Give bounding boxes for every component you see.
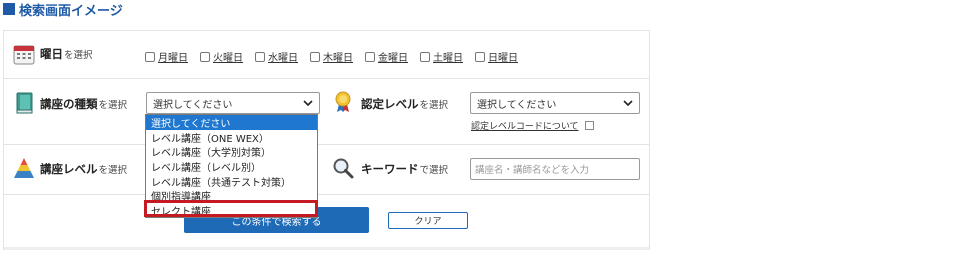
- keyword-input-placeholder: 講座名・講師名などを入力: [475, 165, 590, 176]
- cert-level-label: 認定レベル を選択: [361, 92, 448, 116]
- day-checkbox-fri[interactable]: 金曜日: [365, 49, 408, 64]
- day-label-tue: 火曜日: [213, 53, 243, 64]
- day-checkbox-sun[interactable]: 日曜日: [475, 49, 518, 64]
- dropdown-option[interactable]: レベル講座（共通テスト対策）: [146, 174, 317, 189]
- magnifier-icon: [333, 158, 354, 179]
- course-type-select-value: 選択してください: [153, 99, 233, 111]
- day-label-wed: 水曜日: [268, 53, 298, 64]
- checkbox-box[interactable]: [310, 51, 320, 62]
- pyramid-icon: [14, 158, 34, 178]
- chevron-down-icon: [303, 100, 313, 107]
- checkbox-box[interactable]: [145, 51, 155, 62]
- day-checkbox-wed[interactable]: 水曜日: [255, 49, 298, 64]
- cert-level-code-link[interactable]: 認定レベルコードについて: [471, 119, 594, 132]
- checkbox-box[interactable]: [255, 51, 265, 62]
- course-level-label-strong: 講座レベル: [40, 162, 98, 176]
- row-divider: [4, 78, 649, 79]
- page-title: 検索画面イメージ: [19, 3, 123, 19]
- highlight-frame: [144, 200, 318, 217]
- course-type-label-strong: 講座の種類: [40, 97, 98, 111]
- day-checkbox-tue[interactable]: 火曜日: [200, 49, 243, 64]
- row-divider: [4, 144, 649, 145]
- page-heading: 検索画面イメージ: [3, 0, 123, 19]
- cert-level-select-value: 選択してください: [477, 99, 557, 111]
- keyword-label: キーワード で選択: [361, 157, 448, 181]
- checkbox-box[interactable]: [475, 51, 485, 62]
- day-label-fri: 金曜日: [378, 53, 408, 64]
- dropdown-option[interactable]: レベル講座（ONE WEX）: [146, 130, 317, 145]
- keyword-label-small: で選択: [419, 165, 449, 176]
- heading-square-icon: [3, 3, 15, 15]
- course-type-label-small: を選択: [98, 100, 128, 111]
- book-icon: [16, 92, 33, 114]
- day-label-sun: 日曜日: [488, 53, 518, 64]
- day-checkbox-thu[interactable]: 木曜日: [310, 49, 353, 64]
- course-level-label-small: を選択: [98, 165, 128, 176]
- dropdown-option[interactable]: 選択してください: [146, 115, 317, 130]
- course-level-label: 講座レベル を選択: [40, 157, 127, 181]
- external-link-icon: [584, 121, 594, 130]
- day-label-thu: 木曜日: [323, 53, 353, 64]
- cert-level-select[interactable]: 選択してください: [470, 92, 640, 114]
- checkbox-box[interactable]: [420, 51, 430, 62]
- checkbox-box[interactable]: [365, 51, 375, 62]
- checkbox-box[interactable]: [200, 51, 210, 62]
- cert-level-label-small: を選択: [419, 100, 449, 111]
- panel-bottom-border: [4, 247, 649, 250]
- keyword-label-strong: キーワード: [361, 162, 419, 176]
- medal-icon: [335, 91, 351, 112]
- dropdown-option[interactable]: レベル講座（レベル別）: [146, 159, 317, 174]
- cert-level-label-strong: 認定レベル: [361, 97, 419, 111]
- course-type-label: 講座の種類 を選択: [40, 92, 127, 116]
- day-label-mon: 月曜日: [158, 53, 188, 64]
- chevron-down-icon: [623, 100, 633, 107]
- day-checkbox-mon[interactable]: 月曜日: [145, 49, 188, 64]
- dropdown-option[interactable]: レベル講座（大学別対策）: [146, 144, 317, 159]
- day-label-sat: 土曜日: [433, 53, 463, 64]
- course-type-select[interactable]: 選択してください: [146, 92, 320, 114]
- day-label-strong: 曜日: [40, 47, 63, 61]
- search-panel: 曜日 を選択 月曜日 火曜日 水曜日 木曜日 金曜日 土曜日 日曜日 講座の種類…: [3, 30, 650, 250]
- keyword-input[interactable]: 講座名・講師名などを入力: [470, 158, 640, 180]
- day-label-small: を選択: [64, 50, 93, 61]
- calendar-icon: [13, 45, 35, 65]
- day-label: 曜日 を選択: [40, 42, 93, 66]
- row-divider: [4, 194, 649, 195]
- clear-button[interactable]: クリア: [388, 212, 468, 229]
- cert-level-code-link-text: 認定レベルコードについて: [471, 122, 579, 132]
- day-checkbox-sat[interactable]: 土曜日: [420, 49, 463, 64]
